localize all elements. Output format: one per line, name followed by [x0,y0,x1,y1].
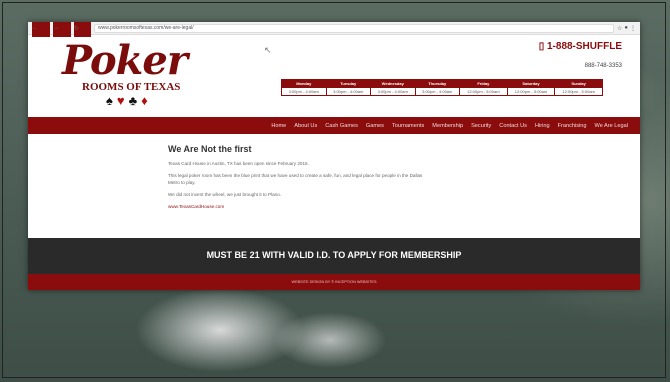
menu-icon[interactable]: ⋮ [630,25,636,32]
site-header: Poker ROOMS OF TEXAS ♠♥♣♦ ↖ ▯ 1-888-SHUF… [28,35,640,117]
nav-item-contact-us[interactable]: Contact Us [499,123,527,129]
heart-icon: ♥ [116,93,129,108]
address-bar: ← → ↻ www.pokerroomsoftexas.com/we-are-l… [28,22,640,37]
paragraph: This legal poker room has been the blue … [168,173,423,185]
hours-day: Wednesday [370,79,416,88]
phone-icon: ▯ [538,41,547,52]
phone-alt[interactable]: 888-748-3353 [585,63,622,69]
nav-item-security[interactable]: Security [471,123,491,129]
star-icon[interactable]: ☆ [617,25,622,32]
phone-main[interactable]: ▯ 1-888-SHUFFLE [539,41,622,52]
hours-day: Tuesday [325,79,371,88]
logo-subtitle: ROOMS OF TEXAS [82,81,181,93]
hours-time: 12:00pm - 5:00am [554,87,603,96]
hours-day: Thursday [414,79,460,88]
diamond-icon: ♦ [141,93,152,108]
hours-day: Saturday [506,79,556,88]
hours-table: Monday Tuesday Wednesday Thursday Friday… [281,79,603,96]
nav-item-games[interactable]: Games [366,123,384,129]
nav-item-about-us[interactable]: About Us [294,123,317,129]
hours-day: Sunday [554,79,603,88]
mouse-cursor-icon: ↖ [264,45,272,55]
hours-time: 3:00pm - 4:00am [370,87,416,96]
paragraph: We did not invent the wheel, we just bro… [168,192,282,197]
club-icon: ♣ [128,93,142,108]
hours-day: Monday [281,79,327,88]
hours-time: 12:00pm - 5:00am [506,87,556,96]
browser-window: ← → ↻ www.pokerroomsoftexas.com/we-are-l… [28,22,640,290]
hours-day: Friday [459,79,508,88]
nav-item-tournaments[interactable]: Tournaments [392,123,424,129]
texas-card-house-link[interactable]: www.TexasCardHouse.com [168,203,428,210]
hours-time: 12:00pm - 5:00am [459,87,508,96]
page-title: We Are Not the first [168,144,252,154]
main-content: We Are Not the first Texas Card House in… [28,134,640,210]
logo-suits: ♠♥♣♦ [106,93,152,108]
url-field[interactable]: www.pokerroomsoftexas.com/we-are-legal/ [94,23,614,33]
hours-time: 3:00pm - 4:00am [414,87,460,96]
hours-time: 3:00pm - 4:00am [281,87,327,96]
footer-credit[interactable]: WEBSITE DESIGN BY © INCEPTION WEBSITES [28,274,640,290]
hours-time: 3:00pm - 4:00am [325,87,371,96]
nav-item-we-are-legal[interactable]: We Are Legal [595,123,628,129]
spade-icon: ♠ [106,93,117,108]
nav-item-franchising[interactable]: Franchising [558,123,587,129]
extension-icon[interactable]: ● [624,25,628,32]
logo-script: Poker [62,37,188,84]
paragraph: Texas Card House in Austin, TX has been … [168,161,309,166]
nav-item-hiring[interactable]: Hiring [535,123,550,129]
nav-item-home[interactable]: Home [271,123,286,129]
membership-banner: MUST BE 21 WITH VALID I.D. TO APPLY FOR … [28,238,640,274]
logo[interactable]: Poker ROOMS OF TEXAS ♠♥♣♦ [58,37,208,108]
main-nav: Home About Us Cash Games Games Tournamen… [28,117,640,134]
phone-main-text: 1-888-SHUFFLE [546,41,622,52]
nav-item-membership[interactable]: Membership [432,123,463,129]
nav-item-cash-games[interactable]: Cash Games [325,123,358,129]
